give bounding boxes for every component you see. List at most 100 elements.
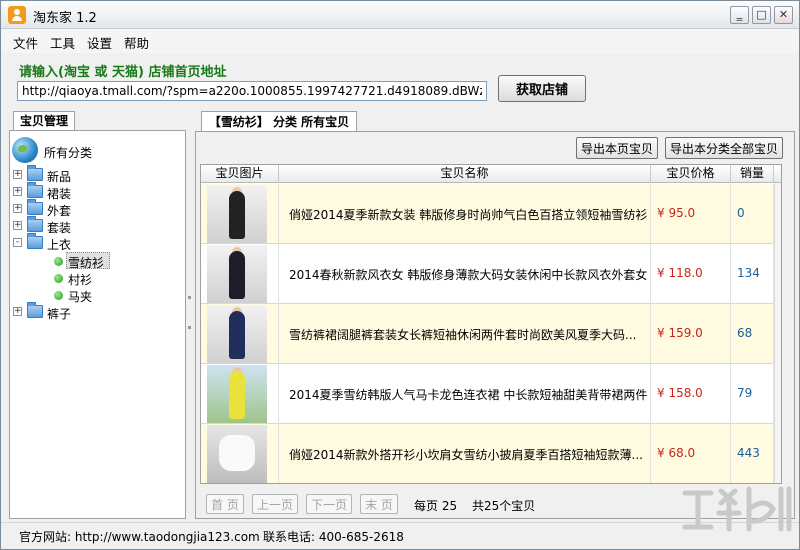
table-row[interactable]: 俏娅2014夏季新款女装 韩版修身时尚帅气白色百搭立领短袖雪纺衫 ¥ 95.0 … <box>201 184 781 244</box>
category-tree: 所有分类 + 新品 + 裙装 + 外套 + 套装 - 上衣 雪纺衫 村衫 马夹 … <box>9 130 186 519</box>
table-scrollbar[interactable] <box>774 183 781 483</box>
product-price: ¥ 95.0 <box>657 206 696 220</box>
product-name: 俏娅2014新款外搭开衫小坎肩女雪纺小披肩夏季百搭短袖短款薄... <box>289 448 643 462</box>
name-cell: 2014夏季雪纺韩版人气马卡龙色连衣裙 中长款短袖甜美背带裙两件 <box>279 364 651 424</box>
official-site-text: 官方网站: http://www.taodongjia123.com <box>19 530 260 544</box>
tree-item-suits[interactable]: + 套装 <box>13 216 173 235</box>
column-header-image[interactable]: 宝贝图片 <box>201 165 279 183</box>
table-row[interactable]: 雪纺裤裙阔腿裤套装女长裤短袖休闲两件套时尚欧美风夏季大码... ¥ 159.0 … <box>201 304 781 364</box>
menu-file[interactable]: 文件 <box>13 33 38 52</box>
tree-item-label: 马夹 <box>68 290 93 304</box>
menu-settings[interactable]: 设置 <box>87 33 112 52</box>
app-window: 淘东家 1.2 ‗ □ ✕ 文件 工具 设置 帮助 请输入(淘宝 或 天猫) 店… <box>0 0 800 550</box>
expand-icon[interactable]: + <box>13 204 22 213</box>
column-header-sales[interactable]: 销量 <box>731 165 774 183</box>
folder-icon <box>27 233 43 249</box>
table-row[interactable]: 2014夏季雪纺韩版人气马卡龙色连衣裙 中长款短袖甜美背带裙两件 ¥ 158.0… <box>201 364 781 424</box>
folder-icon <box>27 165 43 181</box>
watermark-logo <box>682 486 792 532</box>
tab-item-management[interactable]: 宝贝管理 <box>13 111 75 131</box>
leaf-dot-icon <box>54 291 63 300</box>
product-name: 雪纺裤裙阔腿裤套装女长裤短袖休闲两件套时尚欧美风夏季大码... <box>289 328 637 342</box>
globe-icon <box>12 137 38 163</box>
tree-item-shirts[interactable]: 村衫 <box>52 270 172 287</box>
tree-item-pants[interactable]: + 裤子 <box>13 302 173 321</box>
thumb-figure <box>229 371 245 419</box>
product-sales: 0 <box>737 206 745 220</box>
expand-icon[interactable]: + <box>13 187 22 196</box>
tree-item-tops[interactable]: - 上衣 <box>13 233 173 252</box>
tree-item-label: 裙装 <box>47 187 72 201</box>
tree-root-label: 所有分类 <box>44 146 93 160</box>
menu-tools[interactable]: 工具 <box>50 33 75 52</box>
folder-icon <box>27 302 43 318</box>
menu-help[interactable]: 帮助 <box>124 33 149 52</box>
price-cell: ¥ 118.0 <box>651 244 731 304</box>
column-header-name[interactable]: 宝贝名称 <box>279 165 651 183</box>
image-cell <box>201 304 279 364</box>
sales-cell: 79 <box>731 364 774 424</box>
tab-category-items[interactable]: 【雪纺衫】 分类 所有宝贝 <box>201 111 357 132</box>
image-cell <box>201 364 279 424</box>
close-icon: ✕ <box>778 8 789 21</box>
column-header-price[interactable]: 宝贝价格 <box>651 165 731 183</box>
table-row[interactable]: 2014春秋新款风衣女 韩版修身薄款大码女装休闲中长款风衣外套女 ¥ 118.0… <box>201 244 781 304</box>
tree-item-label: 套装 <box>47 221 72 235</box>
prev-page-button[interactable]: 上一页 <box>252 494 298 514</box>
price-cell: ¥ 159.0 <box>651 304 731 364</box>
sales-cell: 68 <box>731 304 774 364</box>
expand-icon[interactable]: + <box>13 221 22 230</box>
name-cell: 俏娅2014新款外搭开衫小坎肩女雪纺小披肩夏季百搭短袖短款薄... <box>279 424 651 483</box>
folder-icon <box>27 182 43 198</box>
expand-icon[interactable]: + <box>13 170 22 179</box>
tree-item-label: 裤子 <box>47 307 72 321</box>
sales-cell: 443 <box>731 424 774 483</box>
expand-icon[interactable]: + <box>13 307 22 316</box>
price-cell: ¥ 158.0 <box>651 364 731 424</box>
thumb-figure <box>219 435 255 471</box>
product-thumbnail <box>207 185 267 243</box>
url-prompt-label: 请输入(淘宝 或 天猫) 店铺首页地址 <box>19 65 227 80</box>
product-sales: 79 <box>737 386 753 400</box>
contact-phone-text: 联系电话: 400-685-2618 <box>263 530 404 544</box>
export-all-button[interactable]: 导出本分类全部宝贝 <box>665 137 783 159</box>
maximize-button[interactable]: □ <box>752 6 771 24</box>
folder-icon <box>27 216 43 232</box>
tree-item-new[interactable]: + 新品 <box>13 165 173 184</box>
tree-item-chiffon[interactable]: 雪纺衫 <box>52 253 172 270</box>
minimize-button[interactable]: ‗ <box>730 6 749 24</box>
sales-cell: 134 <box>731 244 774 304</box>
collapse-icon[interactable]: - <box>13 238 22 247</box>
product-thumbnail <box>207 245 267 303</box>
tree-item-label: 外套 <box>47 204 72 218</box>
per-page-label: 每页 25 <box>414 499 458 513</box>
sales-cell: 0 <box>731 184 774 244</box>
image-cell <box>201 184 279 244</box>
export-page-button[interactable]: 导出本页宝贝 <box>576 137 658 159</box>
shop-url-input[interactable] <box>17 81 487 101</box>
table-header: 宝贝图片 宝贝名称 宝贝价格 销量 <box>201 165 781 183</box>
close-button[interactable]: ✕ <box>774 6 793 24</box>
grip-dot <box>188 326 191 329</box>
product-thumbnail <box>207 425 267 483</box>
next-page-button[interactable]: 下一页 <box>306 494 352 514</box>
tree-item-label: 新品 <box>47 170 72 184</box>
first-page-button[interactable]: 首 页 <box>206 494 244 514</box>
product-price: ¥ 68.0 <box>657 446 696 460</box>
items-panel: 导出本页宝贝 导出本分类全部宝贝 宝贝图片 宝贝名称 宝贝价格 销量 俏娅201… <box>195 131 795 519</box>
tree-item-coats[interactable]: + 外套 <box>13 199 173 218</box>
fetch-shop-button[interactable]: 获取店铺 <box>498 75 586 102</box>
product-name: 俏娅2014夏季新款女装 韩版修身时尚帅气白色百搭立领短袖雪纺衫 <box>289 208 648 222</box>
price-cell: ¥ 68.0 <box>651 424 731 483</box>
tree-item-label: 雪纺衫 <box>68 256 105 270</box>
thumb-figure <box>229 191 245 239</box>
tree-item-vests[interactable]: 马夹 <box>52 287 172 304</box>
tree-item-skirts[interactable]: + 裙装 <box>13 182 173 201</box>
tree-item-label: 上衣 <box>47 238 72 252</box>
last-page-button[interactable]: 末 页 <box>360 494 398 514</box>
grip-dot <box>188 296 191 299</box>
panel-splitter[interactable] <box>187 111 193 519</box>
table-row[interactable]: 俏娅2014新款外搭开衫小坎肩女雪纺小披肩夏季百搭短袖短款薄... ¥ 68.0… <box>201 424 781 483</box>
product-sales: 443 <box>737 446 760 460</box>
product-price: ¥ 159.0 <box>657 326 703 340</box>
